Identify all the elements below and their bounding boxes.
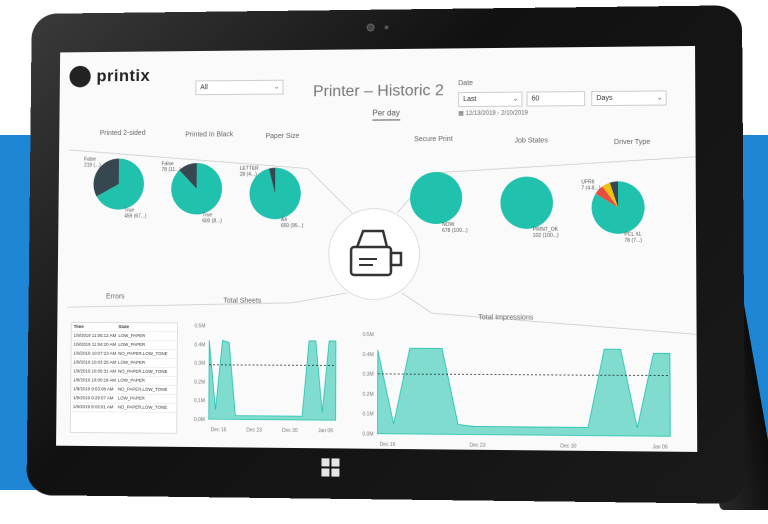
x-tick-label: Dec 16: [380, 442, 396, 448]
pie-label-top: False 78 (11...): [162, 161, 181, 173]
y-tick-label: 0.2M: [194, 379, 205, 385]
table-row[interactable]: 1/9/2019 11:05:12 AM LOW_PAPER: [71, 331, 177, 342]
x-tick-label: Dec 30: [560, 443, 576, 449]
error-time: 1/9/2019 10:00:18 AM: [73, 377, 117, 383]
error-state: NO_PAPER,LOW_TONE: [117, 386, 168, 392]
error-time: 1/9/2019 10:05:31 AM: [73, 368, 117, 374]
pie-label-text: 102 (100...): [532, 232, 559, 239]
y-tick-label: 0.1M: [194, 398, 205, 404]
pie-label-text: 600 (8...): [202, 218, 222, 225]
sensor-icon: [384, 25, 389, 30]
error-state: NO_PAPER,LOW_TONE: [118, 368, 168, 375]
area-series[interactable]: [378, 348, 671, 436]
error-state: LOW_PAPER: [118, 333, 146, 339]
error-time: 1/9/2019 9:03:01 AM: [72, 404, 114, 410]
column-header-time[interactable]: Time: [74, 324, 119, 330]
tablet-device: printix All ⌄ Printer – Historic 2 Per d…: [26, 5, 746, 504]
total-sheets-chart: 0.0M 0.1M 0.2M 0.3M 0.4M 0.5M Dec 16 Dec 23 Dec …: [194, 323, 340, 434]
x-tick-label: Jan 06: [318, 428, 333, 434]
x-tick-label: Jan 06: [652, 444, 668, 450]
error-time: 1/9/2019 9:53:08 AM: [73, 386, 114, 392]
pie-slice[interactable]: [500, 176, 554, 229]
camera-icon: [366, 23, 375, 32]
dashboard-screen: printix All ⌄ Printer – Historic 2 Per d…: [56, 45, 698, 452]
pie-label-top: LETTER 28 (4...): [240, 166, 259, 178]
y-tick-label: 0.3M: [363, 372, 374, 378]
x-tick-label: Dec 16: [211, 427, 227, 433]
y-tick-label: 0.5M: [363, 332, 374, 338]
area-series[interactable]: [209, 340, 337, 422]
errors-label: Errors: [106, 293, 125, 301]
y-tick-label: 0.1M: [362, 412, 373, 418]
pie-label-text: 219 (...): [84, 162, 101, 169]
printer-hub: [328, 207, 421, 301]
total-impressions-label: Total Impressions: [478, 314, 534, 322]
total-impressions-chart: 0.0M 0.1M 0.2M 0.3M 0.4M 0.5M Dec 16 Dec 23 Dec …: [362, 332, 674, 451]
pie-label-top: False 219 (...): [84, 157, 101, 169]
error-state: LOW_PAPER: [117, 395, 145, 401]
y-tick-label: 0.2M: [363, 392, 374, 398]
windows-logo-icon[interactable]: [321, 458, 340, 477]
pie-label-bottom: True 600 (8...): [202, 212, 222, 224]
error-time: 1/9/2019 11:04:20 AM: [73, 341, 117, 347]
total-sheets-label: Total Sheets: [223, 297, 262, 305]
error-state: NO_PAPER,LOW_TONE: [118, 350, 168, 357]
x-tick-label: Dec 23: [470, 443, 486, 449]
y-tick-label: 0.0M: [362, 431, 373, 437]
table-row[interactable]: 1/9/2019 9:03:01 AM NO_PAPER,LOW_TONE: [70, 403, 177, 413]
error-time: 1/9/2019 10:07:23 AM: [73, 350, 117, 356]
pie-label-text: 459 (67...): [124, 213, 147, 220]
printer-icon: [350, 229, 402, 277]
y-tick-label: 0.0M: [194, 417, 205, 423]
y-tick-label: 0.5M: [195, 323, 206, 329]
error-time: 1/9/2019 11:05:12 AM: [73, 332, 117, 338]
error-state: LOW_PAPER: [117, 377, 146, 383]
column-header-state[interactable]: State: [118, 324, 175, 330]
pie-label-text: 7 (4.8...): [581, 185, 601, 192]
error-time: 1/9/2019 9:29:07 AM: [73, 395, 114, 401]
error-state: LOW_PAPER: [118, 359, 146, 365]
y-tick-label: 0.4M: [363, 352, 374, 358]
pie-label-bottom: NOW 678 (100...): [442, 222, 468, 234]
errors-table[interactable]: Time State 1/9/2019 11:05:12 AM LOW_PAPER…: [69, 321, 179, 434]
y-tick-label: 0.4M: [194, 342, 205, 348]
pie-label-bottom: PRINT_OK 102 (100...): [533, 227, 559, 239]
pie-label-bottom: A4 650 (95...): [281, 217, 304, 229]
error-time: 1/9/2019 10:03:25 AM: [73, 359, 117, 365]
x-tick-label: Dec 30: [282, 428, 298, 434]
x-tick-label: Dec 23: [246, 427, 262, 433]
pie-label-bottom: PCL XL 78 (7...): [624, 232, 642, 244]
error-state: LOW_PAPER: [118, 341, 146, 348]
pie-label-bottom: True 459 (67...): [124, 208, 146, 220]
y-tick-label: 0.3M: [194, 361, 205, 367]
pie-label-text: 678 (100...): [442, 227, 468, 234]
pie-label-text: 650 (95...): [280, 223, 304, 230]
pie-label-top: UFRII 7 (4.8...): [581, 179, 600, 191]
pie-label-text: 78 (11...): [161, 167, 181, 174]
table-header: Time State: [71, 322, 178, 333]
pie-label-text: 28 (4...): [239, 171, 257, 178]
pie-label-text: 78 (7...): [624, 237, 642, 244]
error-state: NO_PAPER,LOW_TONE: [117, 404, 168, 410]
